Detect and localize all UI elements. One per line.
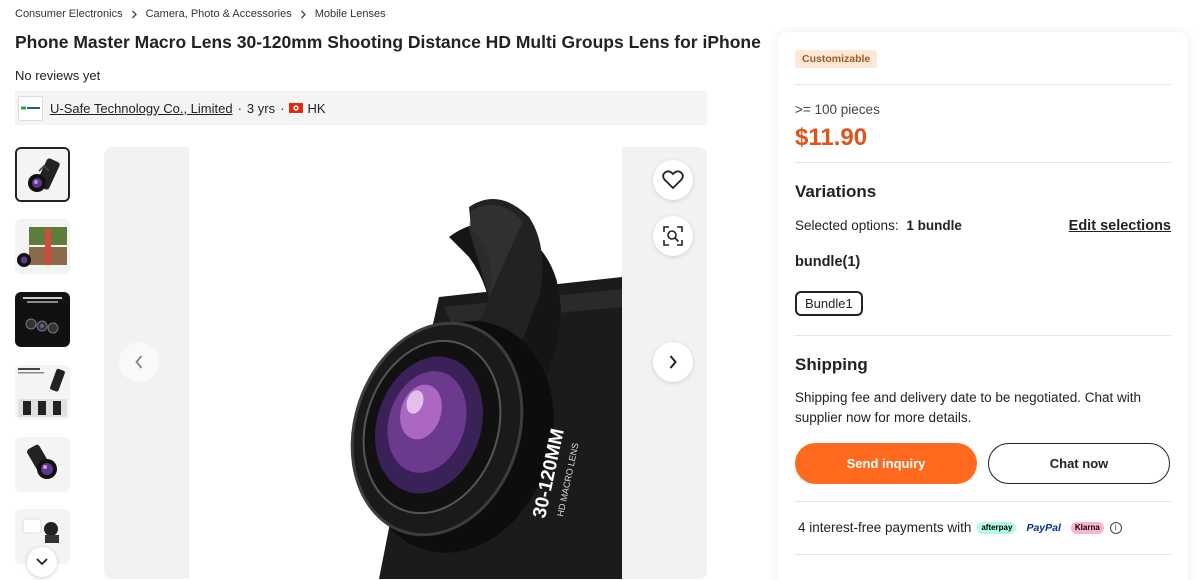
divider xyxy=(795,335,1171,336)
shipping-heading: Shipping xyxy=(795,355,868,374)
product-photo: 30-120MM HD MACRO LENS xyxy=(189,147,622,579)
purchase-panel: Customizable >= 100 pieces $11.90 Variat… xyxy=(778,32,1188,580)
chevron-left-icon xyxy=(135,355,143,369)
min-order-quantity: >= 100 pieces xyxy=(795,102,880,117)
breadcrumb-item[interactable]: Camera, Photo & Accessories xyxy=(146,8,292,20)
product-title: Phone Master Macro Lens 30-120mm Shootin… xyxy=(15,32,761,52)
previous-image-button[interactable] xyxy=(119,342,159,382)
thumbnail-2[interactable] xyxy=(15,219,70,274)
separator-dot: · xyxy=(280,100,285,116)
variations-heading: Variations xyxy=(795,182,877,201)
chevron-down-icon[interactable] xyxy=(27,547,57,577)
favorite-button[interactable] xyxy=(653,160,693,200)
reviews-count: No reviews yet xyxy=(15,68,101,83)
chevron-right-icon xyxy=(669,355,677,369)
supplier-years: 3 yrs xyxy=(246,100,276,116)
selected-options: Selected options: 1 bundle xyxy=(795,218,962,233)
breadcrumb-item[interactable]: Consumer Electronics xyxy=(15,8,123,20)
info-icon[interactable]: i xyxy=(1109,521,1122,534)
afterpay-logo: afterpay xyxy=(977,521,1017,534)
selected-options-value: 1 bundle xyxy=(906,218,962,233)
chat-now-button[interactable]: Chat now xyxy=(988,443,1170,484)
send-inquiry-button[interactable]: Send inquiry xyxy=(795,443,977,484)
divider xyxy=(795,501,1171,502)
thumbnail-4[interactable] xyxy=(15,365,70,420)
supplier-region: HK xyxy=(307,100,326,116)
shipping-text: Shipping fee and delivery date to be neg… xyxy=(795,390,1141,425)
main-product-image: 30-120MM HD MACRO LENS xyxy=(104,147,707,579)
chevron-right-icon xyxy=(131,10,138,19)
chevron-up-icon[interactable] xyxy=(37,163,51,173)
breadcrumb-item[interactable]: Mobile Lenses xyxy=(315,8,386,20)
thumbnail-1[interactable] xyxy=(15,147,70,202)
thumbnail-3[interactable] xyxy=(15,292,70,347)
separator-dot: · xyxy=(237,100,242,116)
chevron-right-icon xyxy=(300,10,307,19)
customizable-badge: Customizable xyxy=(795,50,878,68)
selected-options-label: Selected options: xyxy=(795,218,899,233)
divider xyxy=(795,84,1171,85)
edit-selections-link[interactable]: Edit selections xyxy=(1069,218,1171,234)
thumbnail-list xyxy=(15,147,70,577)
breadcrumb: Consumer Electronics Camera, Photo & Acc… xyxy=(15,8,386,20)
supplier-name-link[interactable]: U-Safe Technology Co., Limited xyxy=(50,101,233,116)
supplier-bar: U-Safe Technology Co., Limited · 3 yrs ·… xyxy=(15,91,707,125)
payments-text: 4 interest-free payments with xyxy=(798,520,972,535)
divider xyxy=(795,554,1171,555)
divider xyxy=(795,162,1171,163)
image-search-button[interactable] xyxy=(653,216,693,256)
supplier-logo[interactable] xyxy=(18,95,43,121)
bundle-heading: bundle(1) xyxy=(795,254,861,270)
image-search-icon xyxy=(663,226,683,246)
hong-kong-flag-icon xyxy=(289,103,304,113)
heart-icon xyxy=(662,170,684,190)
payment-options: 4 interest-free payments with afterpay P… xyxy=(798,520,1122,535)
next-image-button[interactable] xyxy=(653,342,693,382)
paypal-logo: PayPal xyxy=(1026,521,1061,534)
bundle-option[interactable]: Bundle1 xyxy=(795,291,863,316)
price: $11.90 xyxy=(795,124,868,151)
klarna-logo: Klarna xyxy=(1070,521,1104,534)
thumbnail-5[interactable] xyxy=(15,437,70,492)
